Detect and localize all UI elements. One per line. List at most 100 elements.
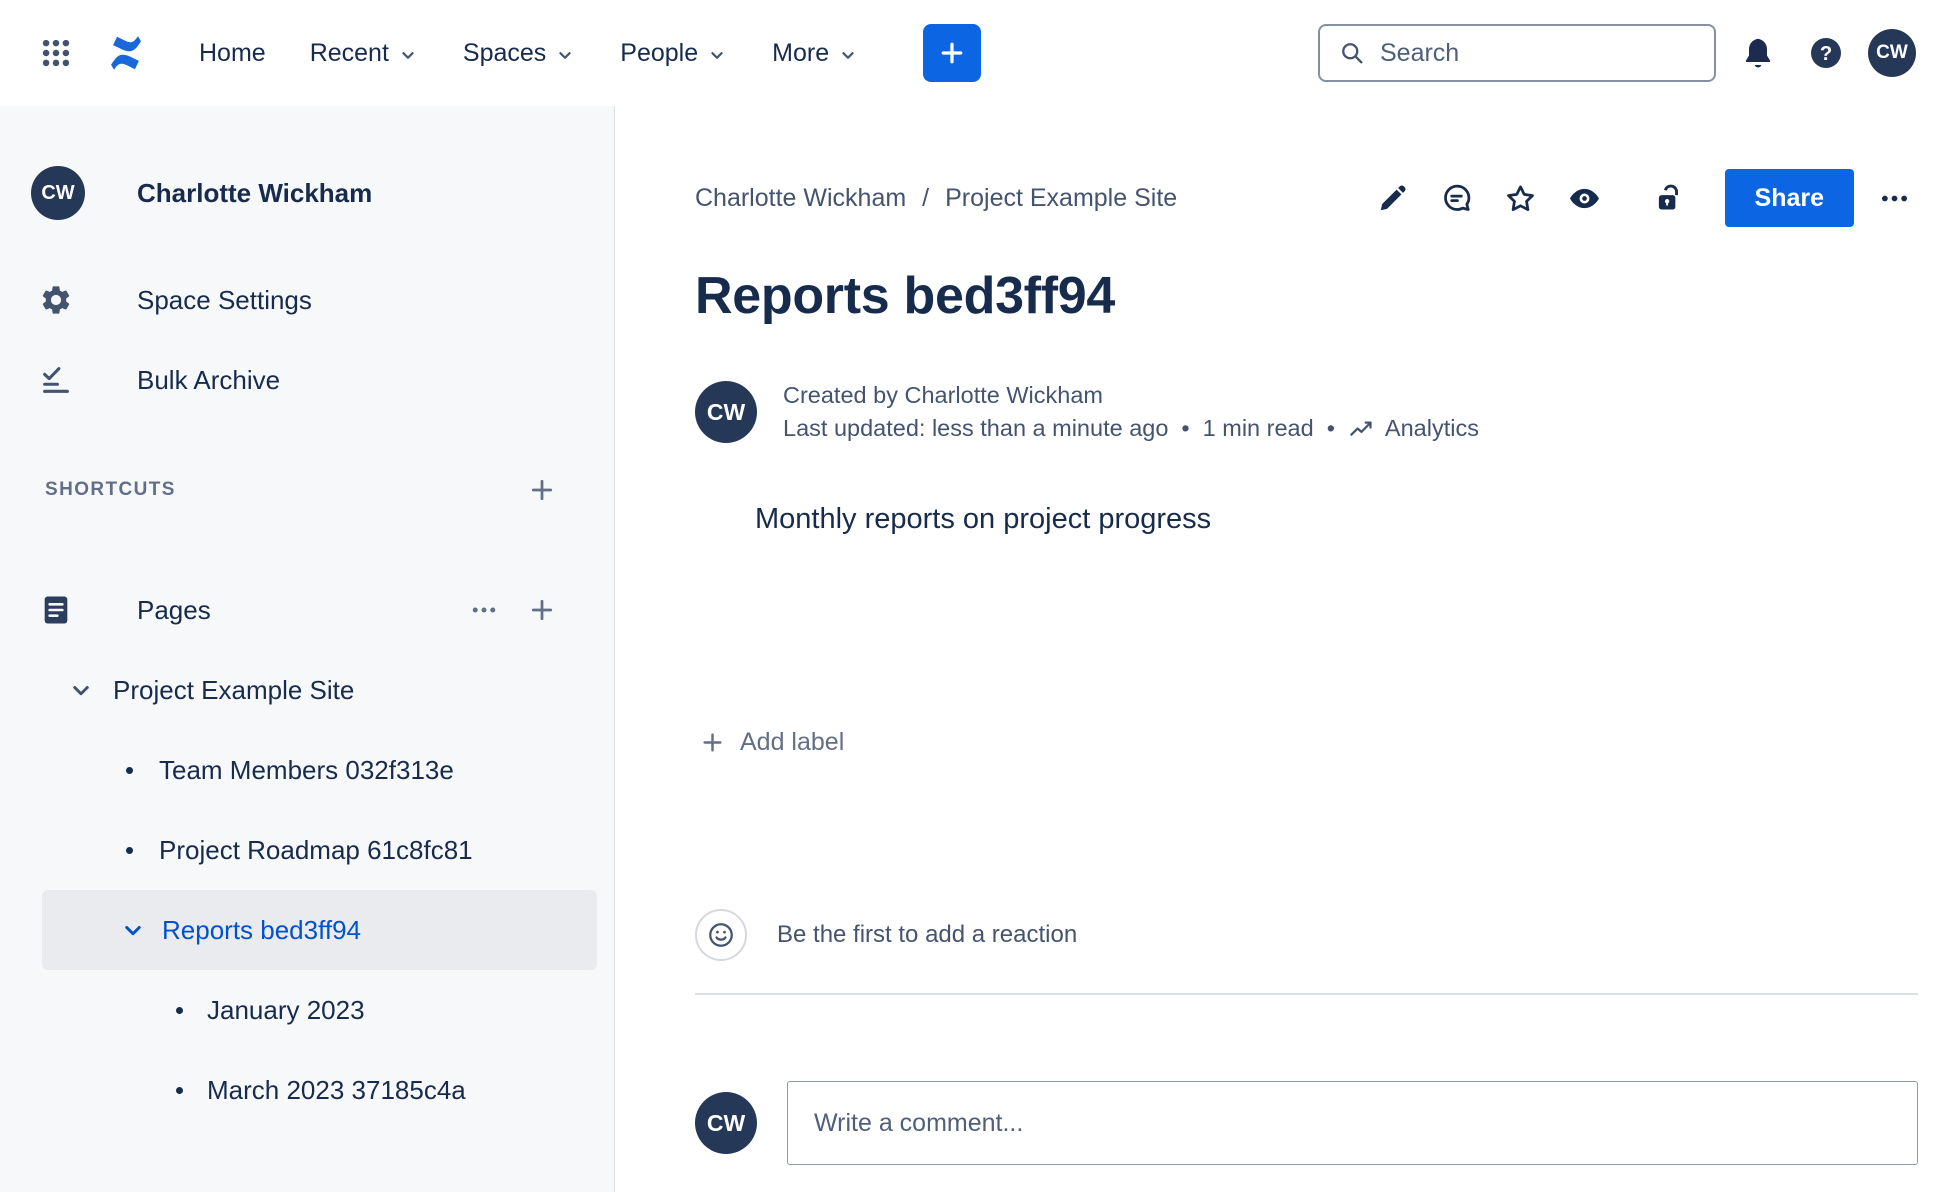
tree-item-january-2023[interactable]: January 2023 — [0, 970, 614, 1050]
help-button[interactable]: ? — [1800, 27, 1852, 79]
nav-more[interactable]: More — [750, 0, 881, 106]
pages-icon — [44, 596, 68, 624]
pages-more-button[interactable] — [469, 595, 499, 625]
edit-button[interactable] — [1369, 174, 1417, 222]
page-header-row: Charlotte Wickham / Project Example Site… — [695, 169, 1918, 227]
chevron-down-icon — [711, 51, 723, 59]
bullet-icon — [126, 846, 133, 854]
search-icon — [1342, 43, 1363, 64]
pages-section-header[interactable]: Pages — [0, 570, 614, 650]
unlock-icon — [1658, 184, 1679, 209]
plus-icon — [703, 733, 722, 752]
author-avatar-initials: CW — [706, 398, 746, 425]
sidebar-item-bulk-archive[interactable]: Bulk Archive — [0, 340, 614, 420]
confluence-logo-icon — [111, 36, 141, 70]
pencil-icon — [1380, 184, 1406, 210]
gear-icon — [42, 286, 70, 314]
reaction-prompt: Be the first to add a reaction — [777, 921, 1078, 948]
share-button[interactable]: Share — [1724, 169, 1854, 227]
byline: CW Created by Charlotte Wickham Last upd… — [695, 379, 1918, 445]
author-avatar[interactable]: CW — [695, 381, 757, 443]
chevron-down-icon — [842, 51, 854, 59]
plus-icon — [531, 599, 553, 621]
bullet-icon — [176, 1006, 183, 1014]
chevron-down-icon — [125, 926, 141, 936]
nav-recent-label: Recent — [309, 38, 389, 67]
pages-actions — [469, 595, 557, 625]
add-page-button[interactable] — [527, 595, 557, 625]
updated-line: Last updated: less than a minute ago • 1… — [783, 412, 1479, 445]
chevron-down-icon — [73, 686, 89, 696]
page-tree: Project Example Site Team Members 032f31… — [0, 650, 614, 1130]
sidebar-item-space-settings[interactable]: Space Settings — [0, 260, 614, 340]
help-icon: ? — [1811, 38, 1841, 68]
bullet-icon — [126, 766, 133, 774]
add-reaction-button[interactable] — [695, 909, 747, 961]
search-box[interactable] — [1318, 24, 1716, 82]
app-switcher-button[interactable] — [39, 36, 73, 70]
commenter-avatar: CW — [695, 1092, 757, 1154]
sidebar-item-label: Space Settings — [137, 284, 312, 315]
favourite-button[interactable] — [1497, 174, 1545, 222]
profile-avatar[interactable]: CW — [1868, 29, 1916, 77]
comment-input[interactable] — [787, 1081, 1918, 1165]
tree-item-project-example-site[interactable]: Project Example Site — [0, 650, 614, 730]
add-label-button[interactable]: Add label — [695, 722, 854, 763]
analytics-link[interactable]: Analytics — [1348, 412, 1479, 445]
restrictions-button[interactable] — [1645, 174, 1693, 222]
add-label-text: Add label — [740, 728, 845, 756]
tree-item-project-roadmap[interactable]: Project Roadmap 61c8fc81 — [0, 810, 614, 890]
nav-recent[interactable]: Recent — [288, 0, 441, 106]
tree-item-team-members[interactable]: Team Members 032f313e — [0, 730, 614, 810]
bell-icon — [1746, 38, 1770, 68]
notifications-button[interactable] — [1732, 27, 1784, 79]
created-by-line: Created by Charlotte Wickham — [783, 382, 1103, 408]
breadcrumb-parent-link[interactable]: Project Example Site — [945, 184, 1177, 213]
create-button[interactable] — [923, 24, 982, 82]
shortcuts-label: SHORTCUTS — [45, 479, 176, 500]
breadcrumb-space-link[interactable]: Charlotte Wickham — [695, 184, 906, 213]
eye-icon — [1570, 188, 1599, 208]
space-avatar: CW — [31, 166, 85, 220]
chevron-down-icon — [559, 51, 571, 59]
star-icon — [1507, 184, 1534, 211]
nav-people[interactable]: People — [598, 0, 750, 106]
space-name: Charlotte Wickham — [137, 177, 373, 208]
chevron-down-icon — [402, 51, 414, 59]
comment-bubble-icon — [1444, 184, 1471, 211]
space-avatar-initials: CW — [41, 181, 75, 204]
page-body-text: Monthly reports on project progress — [755, 503, 1212, 535]
confluence-logo[interactable] — [103, 30, 149, 76]
help-glyph: ? — [1820, 43, 1832, 65]
nav-people-label: People — [620, 38, 699, 67]
tree-item-march-2023[interactable]: March 2023 37185c4a — [0, 1050, 614, 1130]
tree-item-label: January 2023 — [207, 994, 365, 1025]
dot-separator: • — [1326, 415, 1335, 441]
more-actions-button[interactable] — [1870, 174, 1918, 222]
page-content: Charlotte Wickham / Project Example Site… — [615, 106, 1954, 1192]
nav-spaces-label: Spaces — [462, 38, 547, 67]
nav-home[interactable]: Home — [177, 0, 288, 106]
analytics-label: Analytics — [1384, 415, 1479, 441]
ellipsis-icon — [472, 607, 496, 613]
topbar-right-group: ? CW — [1318, 24, 1916, 82]
shortcuts-section-header: SHORTCUTS — [0, 470, 614, 510]
app-grid-icon — [42, 39, 70, 67]
last-updated-text[interactable]: Last updated: less than a minute ago — [783, 412, 1168, 445]
watch-button[interactable] — [1561, 174, 1609, 222]
add-shortcut-button[interactable] — [527, 475, 557, 505]
space-header[interactable]: CW Charlotte Wickham — [0, 166, 614, 220]
page-actions: Share — [1369, 169, 1918, 227]
search-input[interactable] — [1380, 38, 1696, 68]
pages-label: Pages — [137, 594, 211, 625]
sidebar-menu: Space Settings Bulk Archive — [0, 260, 614, 420]
nav-spaces[interactable]: Spaces — [441, 0, 598, 106]
bulk-archive-icon — [43, 367, 69, 393]
ellipsis-icon — [1881, 195, 1907, 201]
comments-button[interactable] — [1433, 174, 1481, 222]
plus-icon — [941, 42, 963, 64]
tree-item-reports-selected[interactable]: Reports bed3ff94 — [42, 890, 597, 970]
tree-item-label: March 2023 37185c4a — [207, 1074, 466, 1105]
tree-item-label: Project Roadmap 61c8fc81 — [159, 834, 473, 865]
tree-item-label: Reports bed3ff94 — [162, 914, 361, 945]
